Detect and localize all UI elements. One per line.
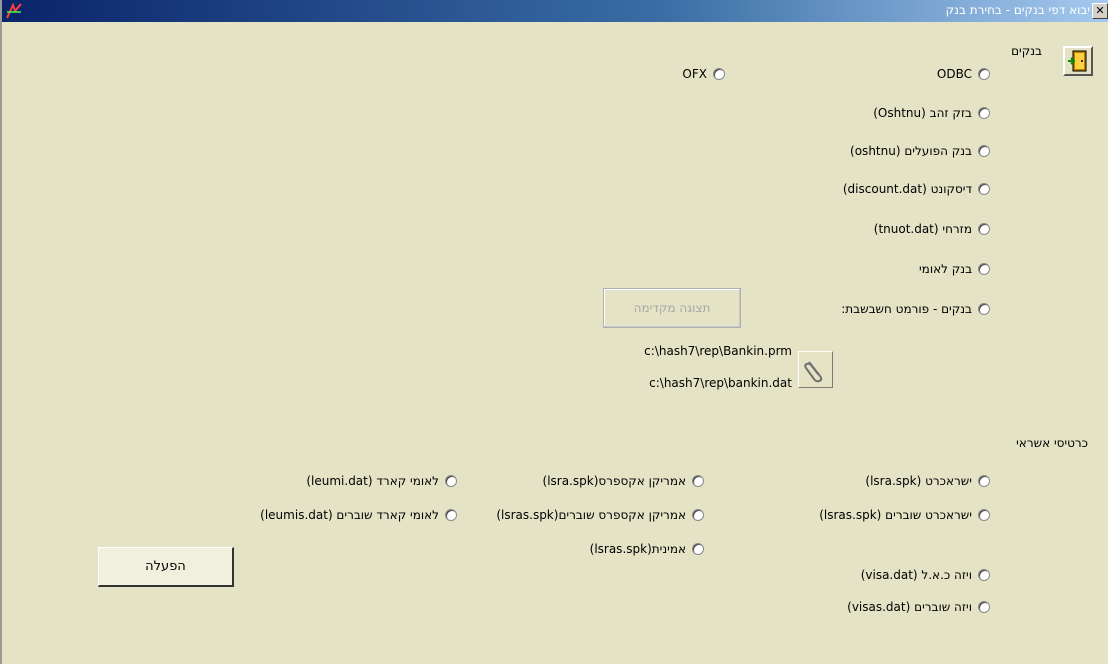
bank-option-leumi[interactable]: בנק לאומי	[919, 262, 990, 276]
radio-button[interactable]	[978, 569, 990, 581]
radio-button[interactable]	[978, 475, 990, 487]
exit-button[interactable]	[1063, 46, 1093, 76]
card-option-aminit[interactable]: אמינית(lsras.spk)	[590, 542, 704, 556]
credit-cards-heading: כרטיסי אשראי	[1016, 436, 1088, 450]
card-option-isracard-vouchers[interactable]: ישראכרט שוברים (lsras.spk)	[819, 508, 990, 522]
radio-button[interactable]	[978, 303, 990, 315]
browse-file-button[interactable]	[798, 351, 833, 388]
card-option-isracard[interactable]: ישראכרט (lsra.spk)	[865, 474, 990, 488]
banks-heading: בנקים	[1011, 44, 1042, 58]
run-button[interactable]: הפעלה	[98, 547, 234, 587]
radio-button[interactable]	[692, 509, 704, 521]
card-option-leumi-card[interactable]: לאומי קארד (leumi.dat)	[306, 474, 457, 488]
radio-button[interactable]	[978, 263, 990, 275]
bank-option-odbc[interactable]: ODBC	[937, 67, 990, 81]
radio-button[interactable]	[445, 509, 457, 521]
main-window: יבוא דפי בנקים - בחירת בנק ✕ בנקים ODBC …	[0, 0, 1108, 664]
card-option-visa-vouchers[interactable]: ויזה שוברים (visas.dat)	[847, 600, 990, 614]
radio-button[interactable]	[978, 145, 990, 157]
paperclip-icon	[804, 361, 823, 383]
exit-door-icon	[1068, 50, 1087, 72]
radio-button[interactable]	[978, 223, 990, 235]
card-option-leumi-card-vouchers[interactable]: לאומי קארד שוברים (leumis.dat)	[260, 508, 457, 522]
radio-button[interactable]	[692, 543, 704, 555]
app-icon	[6, 3, 22, 19]
prm-path: c:\hash7\rep\Bankin.prm	[644, 344, 792, 358]
bank-option-mizrahi[interactable]: מזרחי (tnuot.dat)	[874, 222, 990, 236]
bank-option-ofx[interactable]: OFX	[682, 67, 725, 81]
radio-button[interactable]	[978, 509, 990, 521]
radio-button[interactable]	[445, 475, 457, 487]
preview-button[interactable]: תצוגה מקדימה	[603, 288, 741, 328]
card-option-amex[interactable]: אמריקן אקספרס(lsra.spk)	[543, 474, 704, 488]
radio-button[interactable]	[978, 601, 990, 613]
dat-path: c:\hash7\rep\bankin.dat	[649, 376, 792, 390]
radio-button[interactable]	[692, 475, 704, 487]
bank-option-discount[interactable]: דיסקונט (discount.dat)	[843, 182, 990, 196]
window-title: יבוא דפי בנקים - בחירת בנק	[945, 3, 1090, 17]
radio-button[interactable]	[978, 183, 990, 195]
card-option-amex-vouchers[interactable]: אמריקן אקספרס שוברים(lsras.spk)	[496, 508, 704, 522]
bank-option-hapoalim[interactable]: בנק הפועלים (oshtnu)	[850, 144, 990, 158]
radio-button[interactable]	[978, 107, 990, 119]
title-bar[interactable]: יבוא דפי בנקים - בחירת בנק ✕	[2, 0, 1108, 22]
bank-option-hashavshevet-format[interactable]: בנקים - פורמט חשבשבת:	[841, 302, 990, 316]
close-icon[interactable]: ✕	[1092, 3, 1108, 19]
bank-option-bezeq-zahav[interactable]: בזק זהב (Oshtnu)	[873, 106, 990, 120]
radio-button[interactable]	[978, 68, 990, 80]
radio-button[interactable]	[713, 68, 725, 80]
card-option-visa-cal[interactable]: ויזה כ.א.ל (visa.dat)	[861, 568, 990, 582]
